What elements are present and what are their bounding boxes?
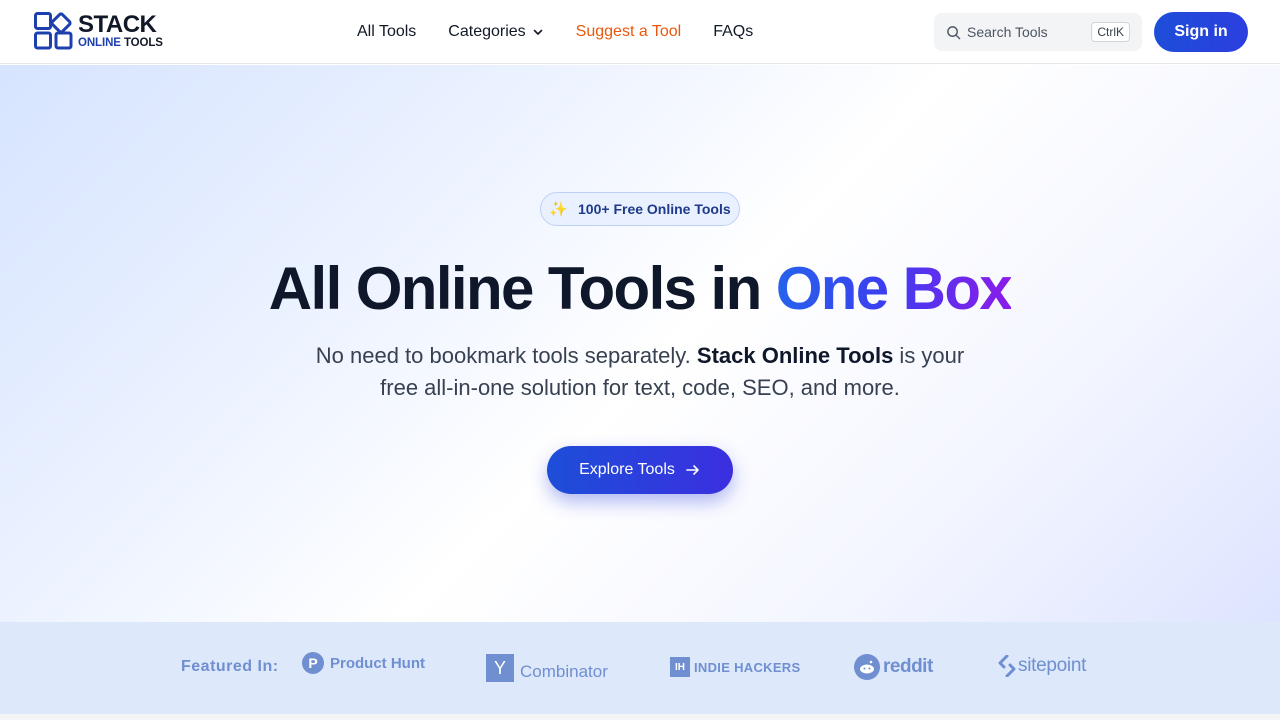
tools-count-badge: ✨ 100+ Free Online Tools <box>540 192 740 226</box>
hero-subtitle: No need to bookmark tools separately. St… <box>300 340 980 404</box>
sign-in-button[interactable]: Sign in <box>1154 12 1248 52</box>
brand-indie-hackers[interactable]: IH INDIE HACKERS <box>670 657 800 677</box>
nav-categories-label: Categories <box>448 23 526 40</box>
arrow-right-icon <box>686 465 699 475</box>
hero-title: All Online Tools in One Box <box>0 253 1280 325</box>
featured-in-bar: Featured In: P Product Hunt Y Combinator… <box>0 622 1280 714</box>
search-input[interactable] <box>967 24 1087 40</box>
main-nav: All Tools Categories Suggest a Tool FAQs <box>357 0 785 64</box>
hero-subtitle-a: No need to bookmark tools separately. <box>315 343 697 368</box>
logo-title: STACK <box>78 10 157 38</box>
brand-sitepoint[interactable]: sitepoint <box>998 655 1086 677</box>
logo-icon <box>34 12 73 50</box>
brand-name: INDIE HACKERS <box>694 659 801 675</box>
logo-subtitle-b: TOOLS <box>123 36 163 49</box>
page-bottom-strip <box>0 714 1280 720</box>
product-hunt-icon: P <box>302 652 324 674</box>
hero-section: ✨ 100+ Free Online Tools All Online Tool… <box>0 65 1280 622</box>
indie-hackers-icon: IH <box>670 657 690 677</box>
brand-product-hunt[interactable]: P Product Hunt <box>302 652 425 674</box>
nav-categories[interactable]: Categories <box>448 23 543 41</box>
y-combinator-icon: Y <box>486 654 514 682</box>
nav-faqs[interactable]: FAQs <box>713 23 753 41</box>
brand-reddit[interactable]: reddit <box>854 654 933 680</box>
explore-tools-button[interactable]: Explore Tools <box>547 446 733 494</box>
nav-all-tools[interactable]: All Tools <box>357 23 416 41</box>
nav-suggest-tool[interactable]: Suggest a Tool <box>576 23 682 41</box>
search-icon <box>947 25 961 39</box>
search-shortcut-badge: CtrlK <box>1091 22 1130 42</box>
reddit-icon <box>854 654 880 680</box>
badge-text: 100+ Free Online Tools <box>578 201 731 217</box>
brand-name: sitepoint <box>1018 655 1087 676</box>
brand-name: reddit <box>883 656 933 677</box>
sparkles-icon: ✨ <box>549 201 569 218</box>
brand-y-combinator[interactable]: Y Combinator <box>486 654 608 682</box>
hero-title-highlight: One Box <box>775 255 1013 322</box>
hero-subtitle-brand: Stack Online Tools <box>696 343 894 368</box>
brand-name: Combinator <box>520 662 608 681</box>
logo-subtitle-a: ONLINE <box>78 36 121 49</box>
sitepoint-icon <box>998 655 1016 677</box>
site-header: STACK ONLINE TOOLS All Tools Categories … <box>0 0 1280 64</box>
search-box[interactable]: CtrlK <box>934 13 1142 51</box>
brand-name: Product Hunt <box>330 654 425 672</box>
hero-title-main: All Online Tools in <box>268 255 776 322</box>
explore-tools-label: Explore Tools <box>579 461 675 478</box>
featured-label: Featured In: <box>181 658 279 675</box>
chevron-down-icon <box>533 29 542 35</box>
logo[interactable]: STACK ONLINE TOOLS <box>34 12 163 50</box>
